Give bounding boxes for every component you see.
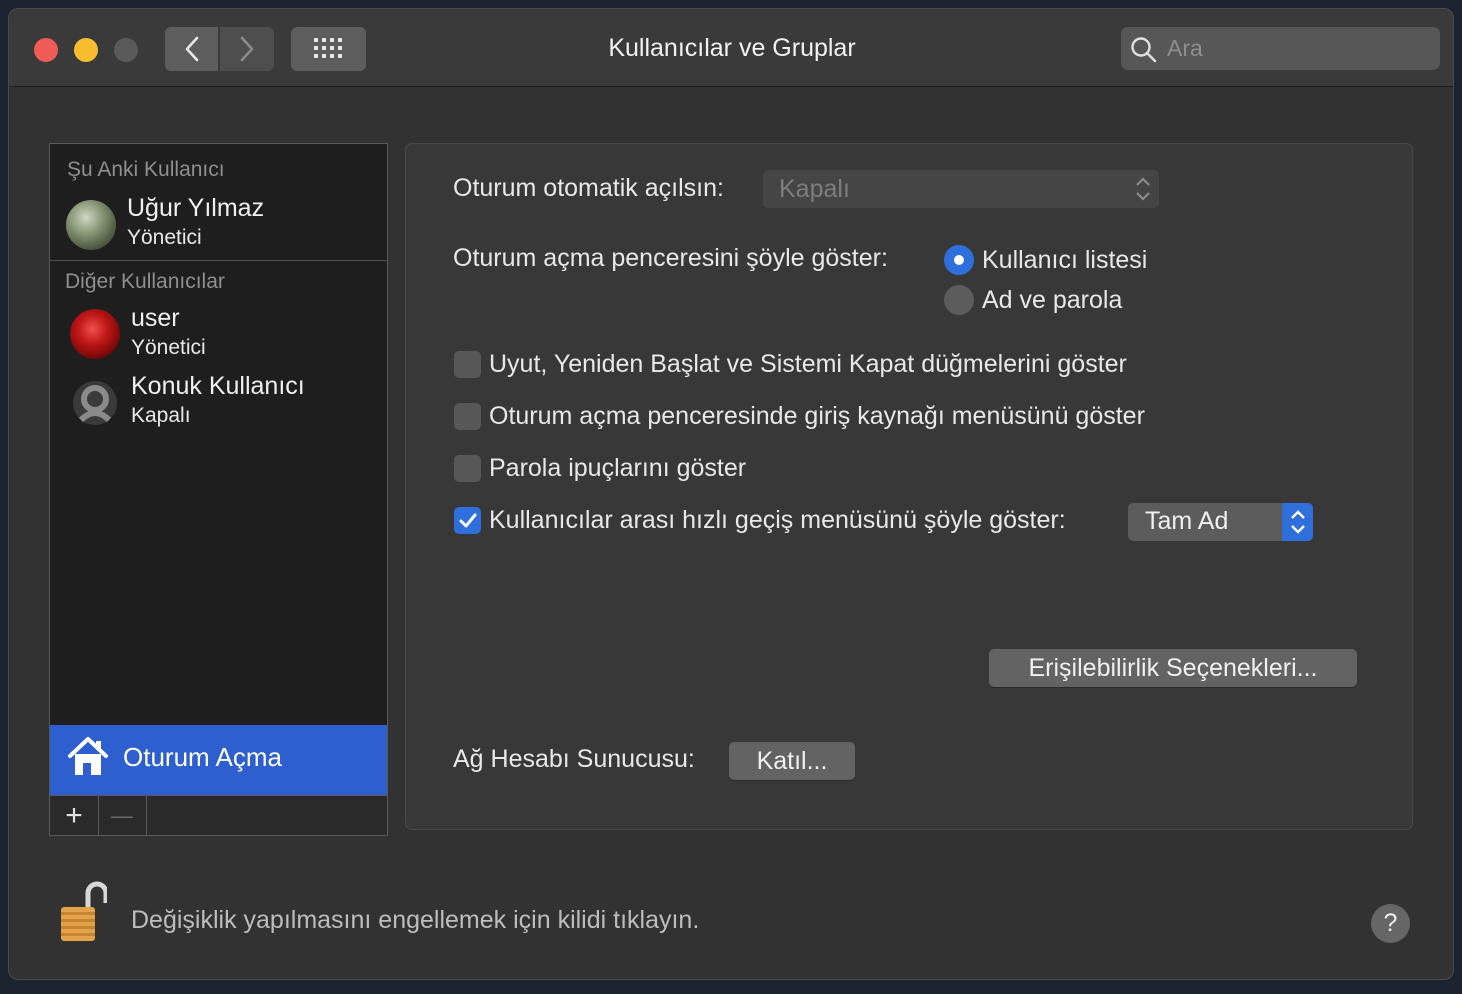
help-button[interactable]: ?	[1371, 904, 1410, 943]
login-options-panel: Oturum otomatik açılsın: Kapalı Oturum a…	[405, 143, 1413, 830]
lock-instruction-text: Değişiklik yapılmasını engellemek için k…	[131, 906, 700, 934]
add-remove-bar: + —	[50, 795, 387, 835]
checkbox-password-hints[interactable]	[454, 455, 481, 482]
search-icon	[1131, 37, 1157, 63]
radio-name-password[interactable]	[944, 285, 974, 315]
radio-user-list[interactable]	[944, 245, 974, 275]
remove-user-button[interactable]: —	[98, 796, 147, 835]
search-field[interactable]: Ara	[1121, 27, 1440, 70]
auto-login-value: Kapalı	[779, 175, 850, 203]
checkbox-show-power-buttons-label: Uyut, Yeniden Başlat ve Sistemi Kapat dü…	[489, 350, 1127, 378]
fast-switch-arrows	[1282, 503, 1313, 541]
fast-switch-popup[interactable]: Tam Ad	[1128, 503, 1313, 541]
fast-switch-value: Tam Ad	[1145, 507, 1229, 535]
auto-login-label: Oturum otomatik açılsın:	[453, 174, 724, 202]
up-down-arrows-icon	[1290, 510, 1305, 534]
current-user-role: Yönetici	[127, 226, 202, 249]
join-button[interactable]: Katıl...	[729, 742, 855, 780]
accessibility-options-button[interactable]: Erişilebilirlik Seçenekleri...	[989, 649, 1357, 687]
guest-user-name: Konuk Kullanıcı	[131, 372, 305, 400]
checkbox-show-power-buttons[interactable]	[454, 351, 481, 378]
unlocked-padlock-icon[interactable]	[59, 879, 107, 943]
auto-login-popup[interactable]: Kapalı	[763, 170, 1159, 208]
up-down-arrows-icon	[1136, 177, 1150, 201]
radio-user-list-label: Kullanıcı listesi	[982, 246, 1148, 274]
users-list-panel: Şu Anki Kullanıcı Uğur Yılmaz Yönetici D…	[49, 143, 388, 836]
house-icon	[68, 737, 108, 775]
login-options-item[interactable]: Oturum Açma	[50, 725, 387, 795]
user-avatar	[66, 200, 116, 250]
checkbox-input-menu[interactable]	[454, 403, 481, 430]
checkmark-icon	[459, 513, 476, 527]
network-server-label: Ağ Hesabı Sunucusu:	[453, 745, 695, 773]
current-user-row[interactable]: Uğur Yılmaz Yönetici	[50, 194, 387, 256]
guest-user-row[interactable]: Konuk Kullanıcı Kapalı	[50, 372, 387, 436]
display-login-label: Oturum açma penceresini şöyle göster:	[453, 244, 888, 272]
add-user-button[interactable]: +	[50, 796, 99, 835]
section-divider	[50, 260, 387, 261]
user-role: Yönetici	[131, 336, 206, 359]
login-options-label: Oturum Açma	[123, 742, 282, 772]
title-bar: Kullanıcılar ve Gruplar Ara	[9, 9, 1453, 87]
guest-user-role: Kapalı	[131, 404, 191, 427]
checkbox-fast-user-switching[interactable]	[454, 507, 481, 534]
current-user-name: Uğur Yılmaz	[127, 194, 265, 222]
current-user-header: Şu Anki Kullanıcı	[67, 158, 225, 181]
guest-user-icon	[73, 381, 117, 425]
system-preferences-window: Kullanıcılar ve Gruplar Ara Şu Anki Kull…	[8, 8, 1454, 980]
checkbox-fast-user-switching-label: Kullanıcılar arası hızlı geçiş menüsünü …	[489, 506, 1066, 534]
search-placeholder: Ara	[1167, 35, 1203, 61]
rose-avatar	[70, 309, 120, 359]
checkbox-password-hints-label: Parola ipuçlarını göster	[489, 454, 747, 482]
user-row[interactable]: user Yönetici	[50, 304, 387, 368]
checkbox-input-menu-label: Oturum açma penceresinde giriş kaynağı m…	[489, 402, 1145, 430]
radio-name-password-label: Ad ve parola	[982, 286, 1123, 314]
user-name: user	[131, 304, 180, 332]
other-users-header: Diğer Kullanıcılar	[65, 270, 225, 293]
